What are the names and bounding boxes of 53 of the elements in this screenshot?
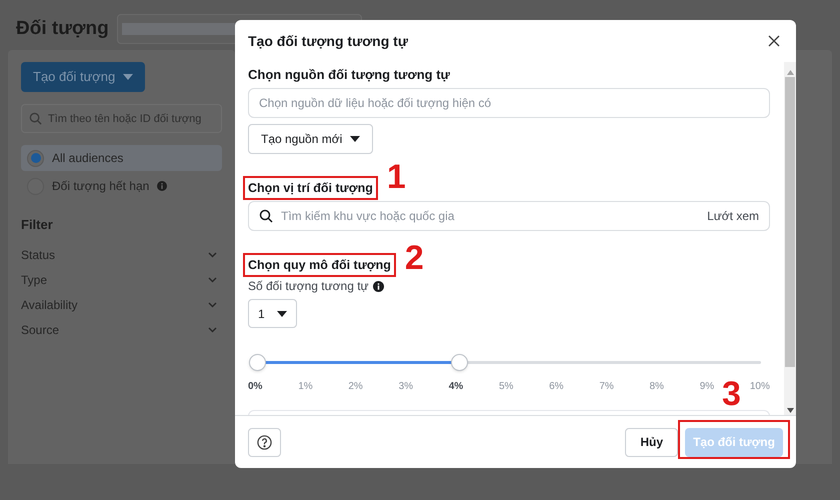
tick-label: 4% <box>448 380 464 394</box>
caret-icon <box>123 74 134 80</box>
tick-label: 5% <box>498 380 514 394</box>
annotation-number: 3 <box>722 377 741 411</box>
slider-handle[interactable] <box>450 354 468 371</box>
search-icon <box>259 209 273 223</box>
help-icon <box>257 434 272 450</box>
cancel-button[interactable]: Hủy <box>625 428 678 456</box>
caret-icon <box>276 310 287 316</box>
tick-label: 1% <box>298 380 313 394</box>
tick-label: 7% <box>599 380 614 394</box>
filter-item[interactable]: Availability <box>21 292 222 318</box>
tick-label: 0% <box>248 380 262 394</box>
chevron-down-icon <box>208 302 217 308</box>
chevron-down-icon <box>208 327 217 333</box>
annotation-number: 2 <box>404 241 424 275</box>
new-source-dropdown[interactable]: Tạo nguồn mới <box>248 124 374 154</box>
tick-label: 2% <box>348 380 363 394</box>
slider-handle[interactable] <box>249 354 266 371</box>
tick-label: 6% <box>549 380 564 394</box>
info-icon <box>157 181 168 191</box>
count-dropdown[interactable]: 1 <box>248 299 297 328</box>
section-heading: Chọn quy mô đối tượng <box>248 258 391 272</box>
chevron-down-icon <box>208 252 217 258</box>
view-option[interactable]: Đối tượng hết hạn <box>21 173 222 199</box>
page-title: Đối tượng <box>16 16 109 41</box>
tick-label: 8% <box>650 380 664 394</box>
filter-item[interactable]: Type <box>21 268 222 292</box>
filter-item[interactable]: Source <box>21 318 222 342</box>
search-icon <box>29 112 42 125</box>
view-option[interactable]: All audiences <box>21 145 222 171</box>
info-icon <box>372 280 384 292</box>
scroll-down-icon[interactable] <box>786 408 794 413</box>
filter-item[interactable]: Status <box>21 242 222 268</box>
close-icon[interactable] <box>768 35 780 47</box>
radio-button[interactable] <box>27 150 44 166</box>
browse-link[interactable]: Lướt xem <box>707 207 759 225</box>
tick-label: 3% <box>398 380 414 394</box>
tick-label: 9% <box>700 380 714 394</box>
section-heading: Chọn vị trí đối tượng <box>248 181 373 195</box>
field-label: Số đối tượng tương tự <box>248 279 369 293</box>
annotation-number: 1 <box>386 160 406 194</box>
scroll-up-icon[interactable] <box>786 70 794 75</box>
location-search-field[interactable]: Tìm kiếm khu vực hoặc quốc gia Lướt xem <box>248 201 770 231</box>
chevron-down-icon <box>208 277 217 283</box>
help-button[interactable] <box>248 428 281 456</box>
caret-icon <box>350 136 360 142</box>
source-field[interactable]: Chọn nguồn dữ liệu hoặc đối tượng hiện có <box>248 88 770 118</box>
create-audience-button[interactable]: Tạo đối tượng <box>21 62 146 92</box>
filter-heading: Filter <box>21 216 54 234</box>
dialog-title: Tạo đối tượng tương tự <box>248 32 408 51</box>
section-heading: Chọn nguồn đối tượng tương tự <box>248 67 451 82</box>
tick-label: 10% <box>750 380 770 394</box>
